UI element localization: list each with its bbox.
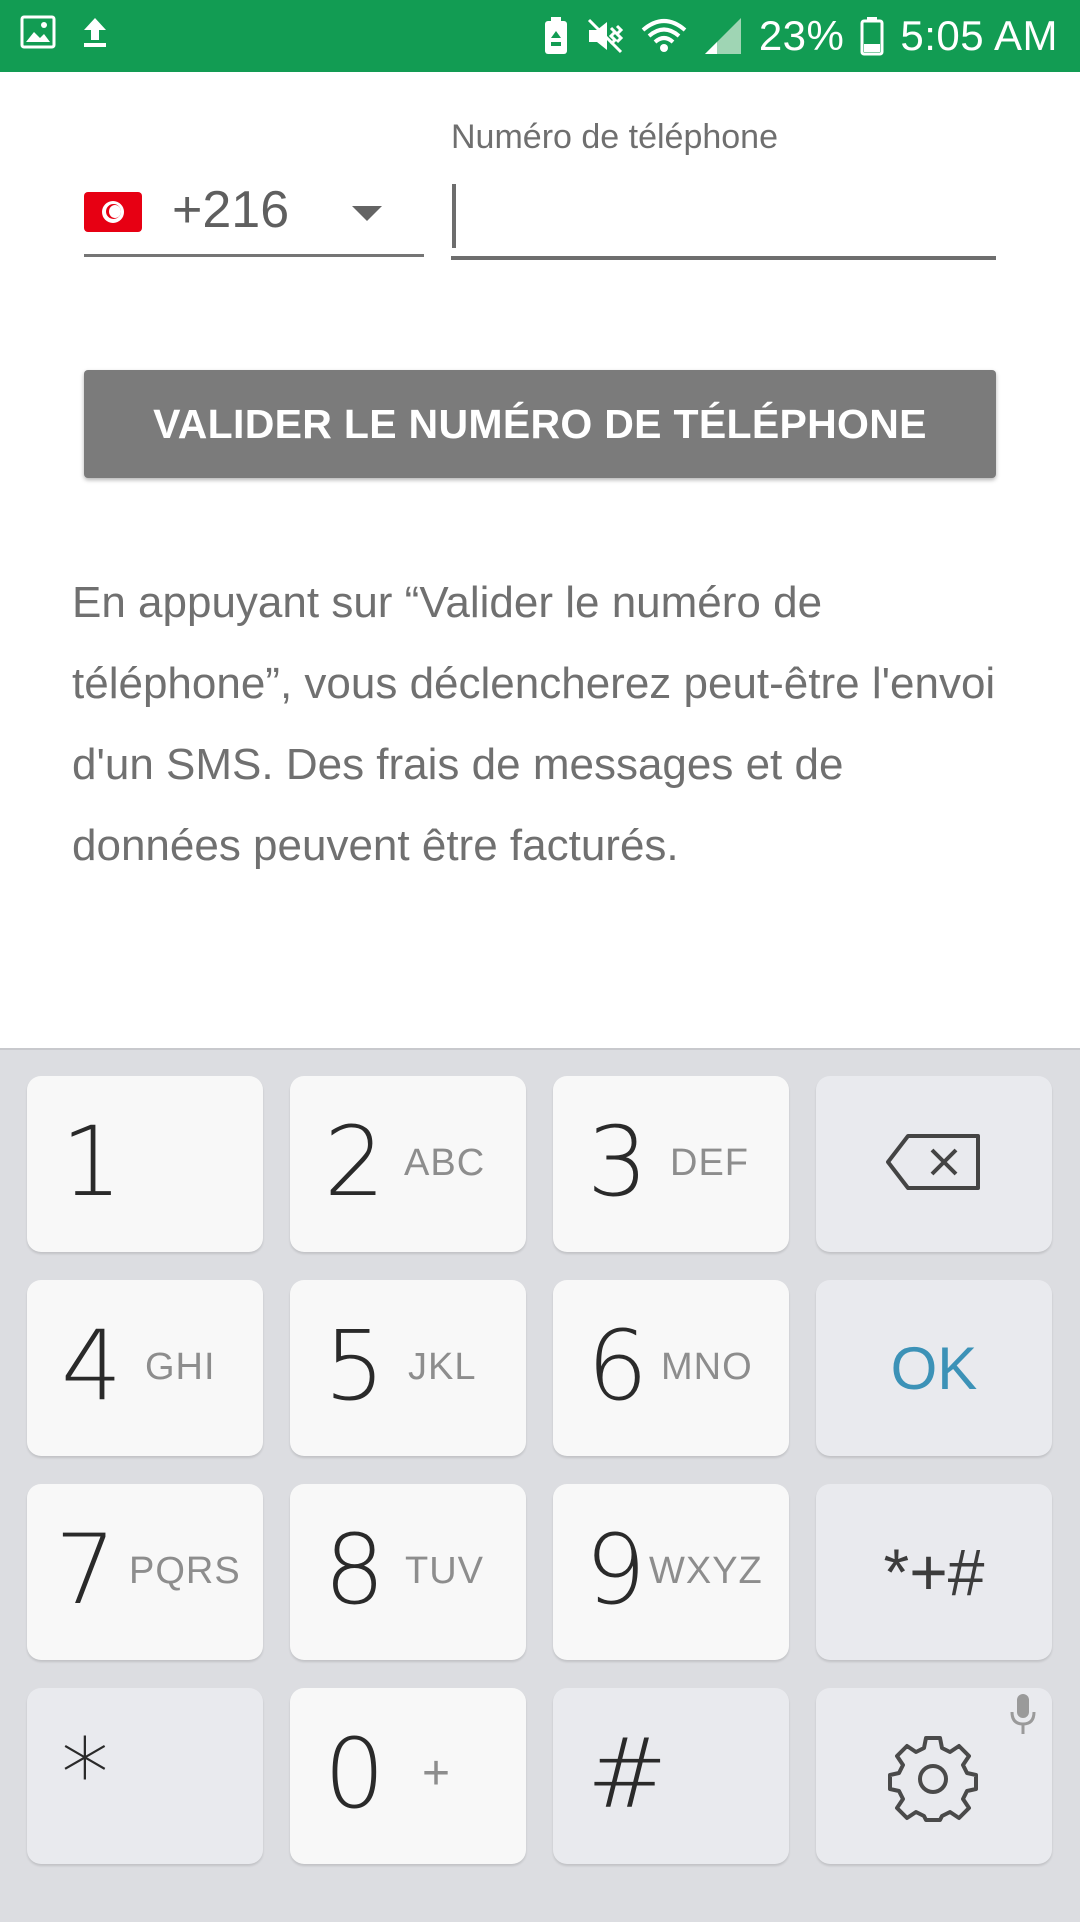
key-5-letters: JKL [408, 1346, 477, 1388]
key-7[interactable]: 7 PQRS [27, 1484, 263, 1660]
battery-saver-icon [543, 16, 569, 56]
key-2-digit: 2 [324, 1106, 386, 1218]
image-icon [20, 14, 56, 50]
key-9[interactable]: 9 WXYZ [553, 1484, 789, 1660]
key-8[interactable]: 8 TUV [290, 1484, 526, 1660]
key-hash-symbol: # [587, 1718, 668, 1830]
keyboard-settings-key[interactable] [816, 1688, 1052, 1864]
vibrate-icon [585, 16, 625, 56]
key-6[interactable]: 6 MNO [553, 1280, 789, 1456]
gear-icon [888, 1732, 978, 1822]
key-7-letters: PQRS [129, 1550, 241, 1592]
phone-field-label: Numéro de téléphone [451, 118, 779, 156]
key-1-digit: 1 [61, 1106, 123, 1218]
text-cursor [452, 184, 456, 248]
key-4[interactable]: 4 GHI [27, 1280, 263, 1456]
battery-percent: 23% [758, 12, 845, 59]
key-0[interactable]: 0 + [290, 1688, 526, 1864]
ok-key[interactable]: OK [816, 1280, 1052, 1456]
sms-disclaimer-text: En appuyant sur “Valider le numéro de té… [72, 578, 996, 870]
country-code-selector[interactable]: +216 [84, 172, 424, 257]
key-4-digit: 4 [61, 1310, 123, 1422]
tunisia-flag-icon [84, 192, 142, 232]
key-6-digit: 6 [587, 1310, 649, 1422]
dropdown-arrow-icon [352, 206, 382, 221]
status-bar: 23% 5:05 AM [0, 0, 1080, 72]
ok-key-label: OK [890, 1334, 978, 1402]
key-5-digit: 5 [324, 1310, 386, 1422]
key-star-symbol: * [61, 1718, 109, 1830]
key-9-letters: WXYZ [649, 1550, 763, 1592]
microphone-icon [1008, 1692, 1038, 1736]
wifi-icon [641, 16, 687, 56]
backspace-key[interactable] [816, 1076, 1052, 1252]
status-left-icons [20, 14, 110, 50]
key-1[interactable]: 1 [27, 1076, 263, 1252]
key-4-letters: GHI [145, 1346, 216, 1388]
status-right-icons: 23% 5:05 AM [543, 10, 1058, 62]
key-2-letters: ABC [404, 1142, 486, 1184]
key-0-plus: + [422, 1747, 452, 1800]
key-5[interactable]: 5 JKL [290, 1280, 526, 1456]
backspace-icon [886, 1132, 982, 1192]
battery-icon [860, 16, 884, 56]
key-star[interactable]: * [27, 1688, 263, 1864]
key-hash[interactable]: # [553, 1688, 789, 1864]
key-3[interactable]: 3 DEF [553, 1076, 789, 1252]
key-7-digit: 7 [55, 1514, 117, 1626]
upload-icon [80, 14, 110, 50]
phone-number-input[interactable] [451, 178, 996, 260]
key-8-digit: 8 [324, 1514, 386, 1626]
key-8-letters: TUV [405, 1550, 484, 1592]
clock: 5:05 AM [900, 12, 1058, 59]
key-3-digit: 3 [587, 1106, 649, 1218]
key-3-letters: DEF [670, 1142, 749, 1184]
key-9-digit: 9 [585, 1514, 647, 1626]
key-0-digit: 0 [324, 1718, 386, 1830]
key-2[interactable]: 2 ABC [290, 1076, 526, 1252]
validate-phone-button[interactable]: VALIDER LE NUMÉRO DE TÉLÉPHONE [84, 370, 996, 478]
country-code: +216 [172, 181, 290, 239]
key-6-letters: MNO [661, 1346, 753, 1388]
symbols-key-label: *+# [883, 1535, 985, 1609]
symbols-key[interactable]: *+# [816, 1484, 1052, 1660]
signal-icon [703, 16, 743, 56]
numeric-keyboard: 1 2 ABC 3 DEF 4 GHI 5 JKL 6 MNO OK 7 PQR… [0, 1048, 1080, 1922]
